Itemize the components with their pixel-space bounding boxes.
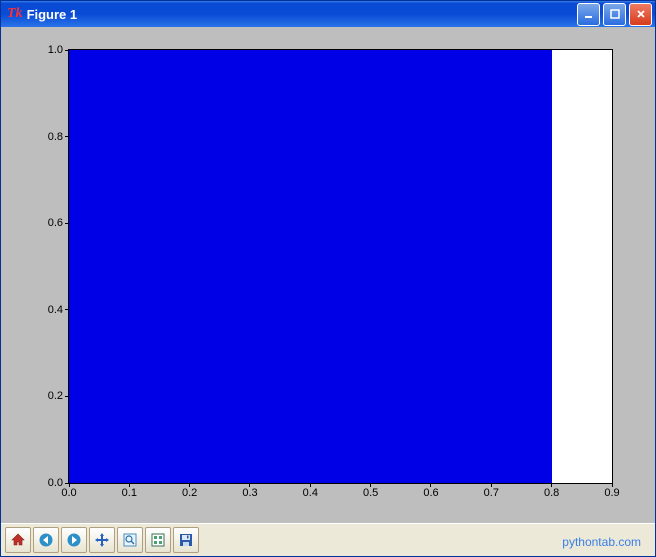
minimize-button[interactable] [577,3,600,26]
xtick-mark [189,483,190,487]
close-button[interactable] [629,3,652,26]
zoom-icon [122,532,138,548]
xtick-mark [69,483,70,487]
axes: 0.00.20.40.60.81.00.00.10.20.30.40.50.60… [68,49,613,484]
xtick-mark [310,483,311,487]
nav-toolbar [1,523,655,556]
ytick-mark [65,50,69,51]
canvas-area: 0.00.20.40.60.81.00.00.10.20.30.40.50.60… [13,39,643,519]
move-icon [94,532,110,548]
back-button[interactable] [33,527,59,553]
save-button[interactable] [173,527,199,553]
xtick-mark [551,483,552,487]
xtick-mark [430,483,431,487]
client-area: 0.00.20.40.60.81.00.00.10.20.30.40.50.60… [1,27,655,556]
titlebar[interactable]: Tk Figure 1 [1,1,655,27]
ytick-mark [65,309,69,310]
xtick-mark [370,483,371,487]
xtick-mark [129,483,130,487]
ytick-mark [65,136,69,137]
watermark: pythontab.com [562,535,641,549]
maximize-button[interactable] [603,3,626,26]
zoom-button[interactable] [117,527,143,553]
tk-icon: Tk [7,6,23,22]
xtick-mark [491,483,492,487]
ytick-mark [65,223,69,224]
arrow-left-icon [38,532,54,548]
save-icon [178,532,194,548]
arrow-right-icon [66,532,82,548]
xtick-mark [249,483,250,487]
ytick-mark [65,396,69,397]
figure-window: Tk Figure 1 0.00.20.40.60.81.00.00.10.20… [0,0,656,557]
home-button[interactable] [5,527,31,553]
subplots-button[interactable] [145,527,171,553]
figure: 0.00.20.40.60.81.00.00.10.20.30.40.50.60… [13,39,643,519]
forward-button[interactable] [61,527,87,553]
window-title: Figure 1 [27,7,78,22]
pan-button[interactable] [89,527,115,553]
xtick-mark [612,483,613,487]
subplots-icon [150,532,166,548]
home-icon [10,532,26,548]
series-fill [69,50,552,483]
